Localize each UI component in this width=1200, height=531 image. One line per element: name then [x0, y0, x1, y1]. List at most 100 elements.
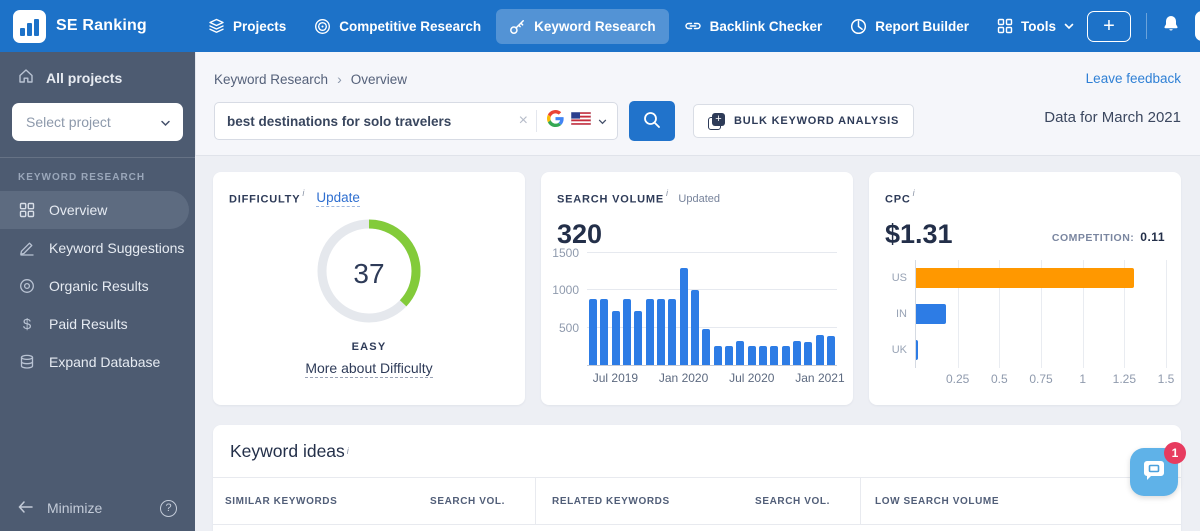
- competition-wrap: COMPETITION: 0.11: [1052, 230, 1165, 250]
- volume-bar[interactable]: [622, 299, 631, 365]
- volume-bar[interactable]: [690, 290, 699, 365]
- x-axis-tick: Jul 2019: [592, 371, 639, 385]
- volume-bar[interactable]: [724, 345, 733, 365]
- nav-item-report-builder[interactable]: Report Builder: [837, 9, 982, 44]
- cpc-row-in: IN: [896, 296, 1165, 332]
- top-navigation: SE Ranking Projects Competitive Research…: [0, 0, 1200, 52]
- bulk-keyword-analysis-button[interactable]: + BULK KEYWORD ANALYSIS: [693, 104, 915, 138]
- nav-label: Keyword Research: [534, 18, 656, 34]
- data-period-label: Data for March 2021: [1044, 109, 1181, 126]
- nav-item-tools[interactable]: Tools: [984, 9, 1087, 43]
- difficulty-value: 37: [353, 257, 385, 289]
- help-icon[interactable]: ?: [160, 499, 177, 517]
- volume-bar[interactable]: [634, 311, 643, 365]
- column-low-search-volume[interactable]: LOW SEARCH VOLUME: [875, 496, 999, 507]
- sidebar-item-expand-database[interactable]: Expand Database: [0, 343, 195, 381]
- info-icon[interactable]: i: [666, 188, 668, 198]
- volume-bar[interactable]: [702, 329, 711, 365]
- minimize-button[interactable]: Minimize: [18, 500, 102, 516]
- user-avatar[interactable]: SS: [1194, 11, 1200, 41]
- volume-bar[interactable]: [713, 345, 722, 365]
- sidebar-item-overview[interactable]: Overview: [0, 191, 189, 229]
- volume-bar[interactable]: [781, 345, 790, 365]
- updated-status: Updated: [678, 193, 721, 206]
- volume-bar[interactable]: [656, 299, 665, 365]
- target-icon: [18, 278, 36, 294]
- volume-bar[interactable]: [804, 341, 813, 365]
- search-engine-selector[interactable]: [547, 110, 607, 132]
- sidebar-item-all-projects[interactable]: All projects: [0, 52, 195, 93]
- search-volume-value: 320: [557, 219, 603, 250]
- info-icon[interactable]: i: [302, 188, 304, 198]
- volume-bar[interactable]: [758, 345, 767, 365]
- bell-icon[interactable]: [1162, 14, 1180, 39]
- sidebar-item-paid-results[interactable]: $ Paid Results: [0, 305, 195, 343]
- volume-bar[interactable]: [770, 345, 779, 365]
- sidebar-item-label: Expand Database: [49, 354, 161, 370]
- breadcrumb-overview[interactable]: Overview: [351, 72, 407, 87]
- volume-bar[interactable]: [668, 299, 677, 365]
- column-search-vol-2[interactable]: SEARCH VOL.: [755, 496, 830, 507]
- cpc-bar[interactable]: [916, 340, 918, 360]
- volume-bar[interactable]: [611, 311, 620, 365]
- search-button[interactable]: [629, 101, 675, 141]
- volume-bar[interactable]: [792, 341, 801, 365]
- layers-icon: [208, 18, 225, 34]
- volume-bar[interactable]: [679, 267, 688, 365]
- select-project-value: Select project: [26, 114, 111, 130]
- volume-bar[interactable]: [826, 335, 835, 365]
- keyword-ideas-card: Keyword ideas i SIMILAR KEYWORDS SEARCH V…: [213, 425, 1181, 531]
- volume-bar[interactable]: [600, 299, 609, 365]
- nav-item-keyword-research[interactable]: Keyword Research: [496, 8, 669, 44]
- more-about-difficulty-link[interactable]: More about Difficulty: [305, 360, 433, 379]
- chat-unread-badge: 1: [1164, 442, 1186, 464]
- us-flag-icon: [570, 111, 592, 130]
- column-related-keywords[interactable]: RELATED KEYWORDS: [552, 496, 670, 507]
- sidebar-item-keyword-suggestions[interactable]: Keyword Suggestions: [0, 229, 195, 267]
- grid-icon: [997, 18, 1013, 34]
- update-link[interactable]: Update: [316, 190, 360, 208]
- breadcrumb-separator: ›: [337, 71, 342, 87]
- clear-search-icon[interactable]: ×: [511, 112, 536, 130]
- column-search-vol-1[interactable]: SEARCH VOL.: [430, 496, 505, 507]
- volume-bar[interactable]: [747, 345, 756, 365]
- volume-bar[interactable]: [589, 299, 597, 365]
- chat-widget-button[interactable]: 1: [1130, 442, 1186, 496]
- info-icon[interactable]: i: [913, 188, 915, 198]
- difficulty-gauge: 37: [313, 215, 425, 332]
- cpc-title: CPC: [885, 193, 911, 206]
- select-project-dropdown[interactable]: Select project: [12, 103, 183, 141]
- sidebar-item-organic-results[interactable]: Organic Results: [0, 267, 195, 305]
- breadcrumb-keyword-research[interactable]: Keyword Research: [214, 72, 328, 87]
- arrow-left-icon: [18, 500, 33, 516]
- volume-bar[interactable]: [736, 341, 745, 365]
- column-similar-keywords[interactable]: SIMILAR KEYWORDS: [225, 496, 337, 507]
- keyword-search-input[interactable]: [227, 113, 511, 129]
- search-volume-card: SEARCH VOLUMEi Updated 320 500 1000 1500 Ju…: [541, 172, 853, 405]
- nav-item-backlink-checker[interactable]: Backlink Checker: [671, 9, 836, 43]
- nav-item-projects[interactable]: Projects: [195, 9, 299, 43]
- breadcrumb: Keyword Research › Overview: [214, 71, 407, 87]
- x-axis-tick: 0.75: [1029, 372, 1053, 386]
- add-button[interactable]: +: [1086, 10, 1131, 42]
- app-window: SE Ranking Projects Competitive Research…: [0, 0, 1200, 531]
- info-icon[interactable]: i: [347, 446, 349, 456]
- nav-right: + SS: [1086, 10, 1200, 42]
- database-icon: [18, 354, 36, 370]
- volume-bar[interactable]: [645, 299, 654, 365]
- sidebar-item-label: Keyword Suggestions: [49, 240, 185, 256]
- nav-item-competitive-research[interactable]: Competitive Research: [301, 9, 494, 44]
- x-axis-tick: 1.25: [1112, 372, 1137, 386]
- gridline: [1166, 260, 1167, 368]
- y-axis-tick: 500: [558, 320, 579, 335]
- difficulty-card: DIFFICULTYi Update 37 EASY More about Dif…: [213, 172, 525, 405]
- leave-feedback-link[interactable]: Leave feedback: [1086, 71, 1181, 86]
- sidebar: All projects Select project KEYWORD RESE…: [0, 52, 195, 531]
- cpc-bar[interactable]: [916, 268, 1135, 288]
- cpc-bar[interactable]: [916, 304, 946, 324]
- metric-cards: DIFFICULTYi Update 37 EASY More about Dif…: [213, 172, 1181, 405]
- brand[interactable]: SE Ranking: [0, 9, 195, 43]
- grid-icon: [18, 202, 36, 218]
- key-icon: [509, 18, 526, 35]
- volume-bar[interactable]: [815, 335, 824, 365]
